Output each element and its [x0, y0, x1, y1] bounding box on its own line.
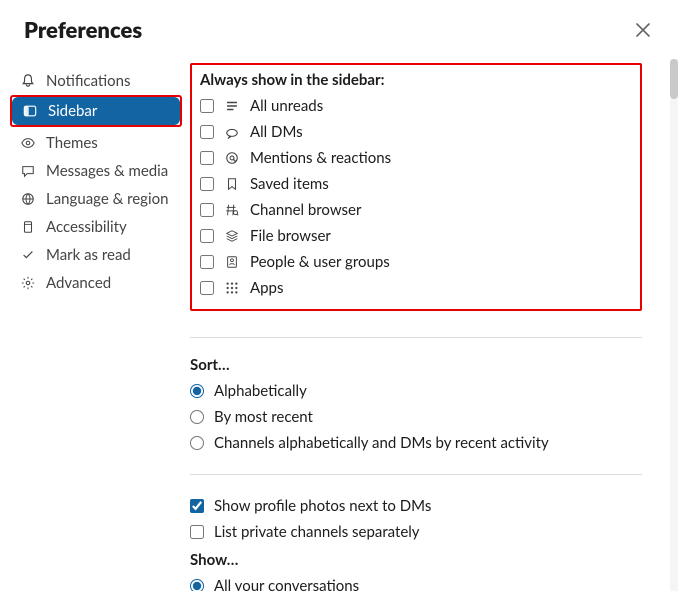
radio-show-all[interactable]: All your conversations: [190, 573, 642, 591]
nav-label: Sidebar: [48, 102, 97, 120]
nav-label: Messages & media: [46, 162, 168, 180]
nav-item-language[interactable]: Language & region: [10, 185, 182, 213]
preferences-nav: Notifications Sidebar Themes Messages & …: [0, 59, 190, 591]
radio[interactable]: [190, 579, 204, 591]
check-label: Mentions & reactions: [250, 149, 391, 167]
radio[interactable]: [190, 410, 204, 424]
section-heading-show: Show…: [190, 551, 642, 569]
preferences-content: Always show in the sidebar: All unreads …: [190, 59, 662, 591]
radio[interactable]: [190, 384, 204, 398]
checkbox[interactable]: [200, 99, 214, 113]
radio[interactable]: [190, 436, 204, 450]
radio-sort-recent[interactable]: By most recent: [190, 404, 642, 430]
check-saved[interactable]: Saved items: [200, 171, 632, 197]
check-label: All DMs: [250, 123, 303, 141]
check-label: All unreads: [250, 97, 323, 115]
check-label: Channel browser: [250, 201, 361, 219]
channel-search-icon: [224, 202, 240, 218]
apps-icon: [224, 280, 240, 296]
nav-item-messages[interactable]: Messages & media: [10, 157, 182, 185]
gear-icon: [20, 275, 36, 291]
message-icon: [20, 163, 36, 179]
scrollbar-track[interactable]: [670, 59, 678, 591]
check-label: People & user groups: [250, 253, 390, 271]
divider: [190, 337, 642, 338]
check-people[interactable]: People & user groups: [200, 249, 632, 275]
radio-label: All your conversations: [214, 577, 359, 591]
radio-sort-mixed[interactable]: Channels alphabetically and DMs by recen…: [190, 430, 642, 456]
checkbox[interactable]: [200, 177, 214, 191]
checkbox[interactable]: [200, 203, 214, 217]
globe-icon: [20, 191, 36, 207]
accessibility-icon: [20, 219, 36, 235]
at-icon: [224, 150, 240, 166]
section-heading-sort: Sort…: [190, 356, 642, 374]
radio-label: Alphabetically: [214, 382, 307, 400]
nav-item-markasread[interactable]: Mark as read: [10, 241, 182, 269]
check-channel-browser[interactable]: Channel browser: [200, 197, 632, 223]
checkbox[interactable]: [200, 255, 214, 269]
dialog-title: Preferences: [24, 16, 142, 43]
check-apps[interactable]: Apps: [200, 275, 632, 301]
check-icon: [20, 247, 36, 263]
checkbox[interactable]: [200, 229, 214, 243]
people-icon: [224, 254, 240, 270]
nav-item-accessibility[interactable]: Accessibility: [10, 213, 182, 241]
check-all-unreads[interactable]: All unreads: [200, 93, 632, 119]
check-mentions[interactable]: Mentions & reactions: [200, 145, 632, 171]
checkbox[interactable]: [200, 281, 214, 295]
nav-label: Themes: [46, 134, 98, 152]
nav-label: Mark as read: [46, 246, 131, 264]
radio-label: Channels alphabetically and DMs by recen…: [214, 434, 549, 452]
eye-icon: [20, 135, 36, 151]
nav-item-advanced[interactable]: Advanced: [10, 269, 182, 297]
bookmark-icon: [224, 176, 240, 192]
dialog-header: Preferences: [0, 0, 680, 59]
check-label: File browser: [250, 227, 331, 245]
nav-item-notifications[interactable]: Notifications: [10, 67, 182, 95]
nav-item-themes[interactable]: Themes: [10, 129, 182, 157]
highlight-box-always-show: Always show in the sidebar: All unreads …: [190, 63, 642, 311]
checkbox[interactable]: [200, 125, 214, 139]
check-label: List private channels separately: [214, 523, 420, 541]
check-label: Show profile photos next to DMs: [214, 497, 431, 515]
close-icon: [636, 23, 650, 37]
divider: [190, 474, 642, 475]
section-heading-always-show: Always show in the sidebar:: [200, 71, 632, 89]
check-show-photos[interactable]: Show profile photos next to DMs: [190, 493, 642, 519]
radio-label: By most recent: [214, 408, 313, 426]
scrollbar-thumb[interactable]: [670, 59, 678, 99]
nav-label: Advanced: [46, 274, 111, 292]
check-file-browser[interactable]: File browser: [200, 223, 632, 249]
nav-item-sidebar[interactable]: Sidebar: [12, 97, 180, 125]
nav-label: Language & region: [46, 190, 168, 208]
close-button[interactable]: [630, 17, 656, 43]
nav-label: Notifications: [46, 72, 131, 90]
checkbox[interactable]: [190, 499, 204, 513]
check-all-dms[interactable]: All DMs: [200, 119, 632, 145]
check-label: Saved items: [250, 175, 329, 193]
checkbox[interactable]: [200, 151, 214, 165]
check-private-separate[interactable]: List private channels separately: [190, 519, 642, 545]
list-icon: [224, 98, 240, 114]
layers-icon: [224, 228, 240, 244]
checkbox[interactable]: [190, 525, 204, 539]
check-label: Apps: [250, 279, 283, 297]
sidebar-icon: [22, 103, 38, 119]
dm-icon: [224, 124, 240, 140]
radio-sort-alpha[interactable]: Alphabetically: [190, 378, 642, 404]
highlight-box-nav-active: Sidebar: [10, 95, 182, 127]
nav-label: Accessibility: [46, 218, 127, 236]
bell-icon: [20, 73, 36, 89]
